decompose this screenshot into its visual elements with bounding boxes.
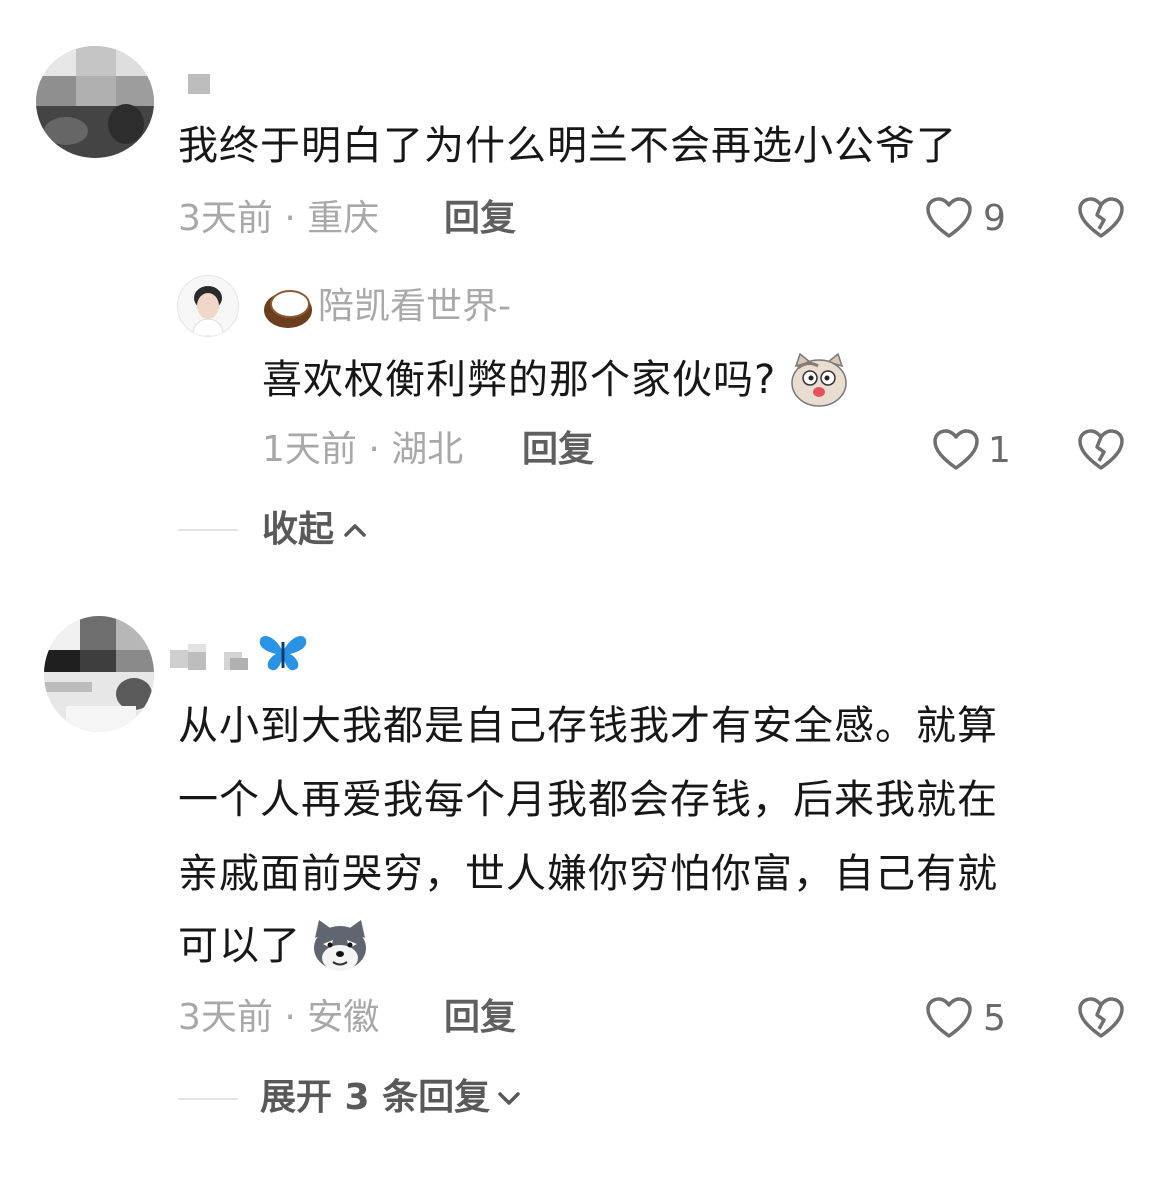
heart-outline-icon [933, 429, 979, 470]
heart-outline-icon [926, 197, 972, 238]
username-mosaic[interactable] [170, 644, 248, 670]
comment-meta: 3天前 · 安徽 [178, 997, 380, 1038]
like-button[interactable]: 9 [925, 194, 1015, 244]
heart-outline-icon [926, 997, 972, 1038]
divider-line [178, 1098, 238, 1100]
reply-username[interactable]: 陪凯看世界- [318, 285, 511, 329]
broken-heart-icon[interactable] [1077, 996, 1125, 1040]
butterfly-icon [259, 636, 307, 671]
avatar[interactable] [44, 616, 154, 732]
like-button[interactable]: 5 [925, 994, 1015, 1044]
coconut-icon [264, 290, 312, 328]
comment-body-line-1: 从小到大我都是自己存钱我才有安全感。就算 [178, 703, 998, 749]
reply-meta: 1天前 · 湖北 [262, 429, 464, 470]
avatar-image [178, 276, 238, 336]
broken-heart-icon[interactable] [1077, 196, 1125, 240]
reply-body: 喜欢权衡利弊的那个家伙吗? [262, 344, 850, 416]
collapse-replies-button[interactable]: 收起 [262, 508, 368, 552]
username-mosaic[interactable] [188, 74, 210, 94]
collapse-label: 收起 [262, 509, 335, 550]
avatar-image [44, 616, 154, 732]
comment-body: 我终于明白了为什么明兰不会再选小公爷了 [178, 123, 957, 169]
expand-replies-button[interactable]: 展开 3 条回复 [260, 1076, 522, 1120]
divider-line [178, 529, 238, 531]
broken-heart-icon[interactable] [1077, 428, 1125, 472]
reply-button[interactable]: 回复 [444, 197, 516, 241]
chevron-down-icon [498, 1092, 520, 1105]
mosaic-image [170, 644, 248, 670]
comment-meta: 3天前 · 重庆 [178, 198, 380, 239]
avatar[interactable] [36, 46, 154, 158]
avatar-image [36, 46, 154, 158]
chevron-up-icon [344, 524, 366, 537]
comment-body-line-3: 亲戚面前哭穷，世人嫌你穷怕你富，自己有就 [178, 851, 998, 897]
like-count: 5 [983, 998, 1006, 1039]
expand-label: 展开 3 条回复 [260, 1077, 491, 1118]
cat-face-emoji [791, 352, 847, 407]
reply-button[interactable]: 回复 [522, 428, 594, 472]
reply-button[interactable]: 回复 [444, 996, 516, 1040]
reply-avatar[interactable] [177, 275, 239, 337]
comment-body-text: 可以了 [178, 923, 301, 969]
like-count: 9 [983, 198, 1006, 239]
comment-body-line-4: 可以了 [178, 910, 371, 982]
like-button[interactable]: 1 [932, 426, 1022, 476]
comment-body-line-2: 一个人再爱我每个月我都会存钱，后来我就在 [178, 777, 998, 823]
husky-dog-emoji [314, 920, 366, 971]
reply-body-text: 喜欢权衡利弊的那个家伙吗? [262, 357, 777, 403]
like-count: 1 [988, 430, 1011, 471]
